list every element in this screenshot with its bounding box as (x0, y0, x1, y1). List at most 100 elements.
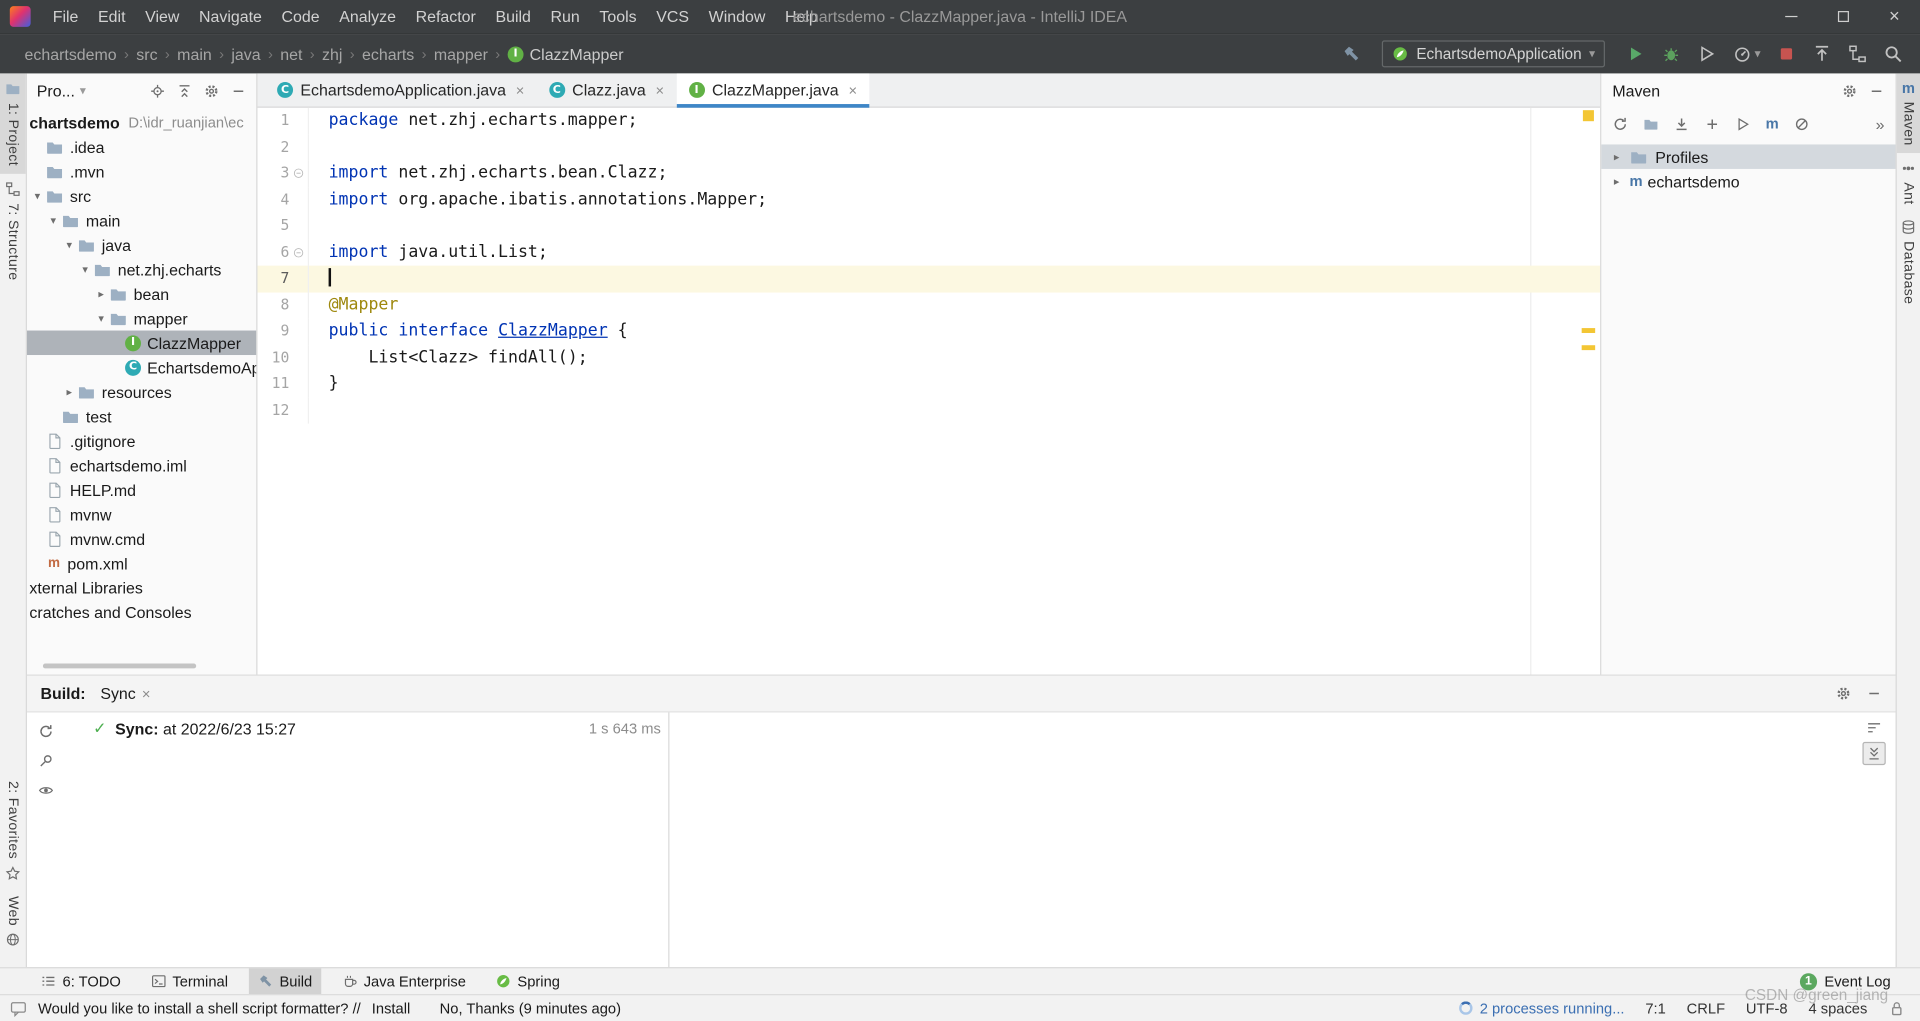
encoding-widget[interactable]: UTF-8 (1746, 1000, 1788, 1017)
breadcrumb-item-net[interactable]: net (275, 45, 307, 63)
hide-panel-button[interactable] (231, 83, 247, 99)
build-tab-sync[interactable]: Sync × (100, 684, 150, 702)
project-tree-item-echartsdemoapplication[interactable]: C EchartsdemoApplication (27, 355, 256, 379)
project-view-selector[interactable]: Pro... ▾ (37, 81, 86, 99)
coverage-button[interactable] (1697, 44, 1717, 64)
project-settings-button[interactable] (204, 83, 220, 99)
project-tree-item-gitignore[interactable]: .gitignore (27, 428, 256, 452)
code-line-1[interactable]: 1 package net.zhj.echarts.mapper; (257, 107, 1600, 135)
statusbar-button-java-enterprise[interactable]: Java Enterprise (333, 968, 474, 994)
menu-file[interactable]: File (43, 0, 88, 33)
breadcrumb-item-clazzmapper[interactable]: I ClazzMapper (503, 45, 629, 63)
maven-skip-tests-button[interactable] (1793, 116, 1809, 132)
breadcrumb-item-echartsdemo[interactable]: echartsdemo (20, 45, 122, 63)
install-link[interactable]: Install (372, 1000, 410, 1017)
code-line-10[interactable]: 10 List<Clazz> findAll(); (257, 344, 1600, 371)
menu-vcs[interactable]: VCS (646, 0, 698, 33)
project-tree-item-help-md[interactable]: HELP.md (27, 477, 256, 501)
build-rerun-button[interactable] (37, 724, 53, 740)
scroll-to-end-button[interactable] (1862, 741, 1886, 766)
menu-analyze[interactable]: Analyze (329, 0, 405, 33)
statusbar-button-build[interactable]: Build (248, 968, 321, 995)
maven-settings-button[interactable]: m (1766, 116, 1779, 131)
tool-button-database[interactable]: Database (1897, 212, 1920, 312)
project-tree-item-chartsdemo[interactable]: chartsdemo D:\idr_ruanjian\ec (27, 110, 256, 134)
menu-navigate[interactable]: Navigate (189, 0, 272, 33)
menu-run[interactable]: Run (541, 0, 590, 33)
sync-result-row[interactable]: ✓ Sync: at 2022/6/23 15:27 1 s 643 ms (93, 719, 661, 739)
project-tree-item-mvnw-cmd[interactable]: mvnw.cmd (27, 526, 256, 550)
update-project-button[interactable] (1812, 44, 1832, 64)
tool-button-ant[interactable]: Ant (1897, 153, 1920, 212)
statusbar-button-terminal[interactable]: Terminal (142, 968, 237, 994)
event-log-button[interactable]: 1 Event Log (1799, 972, 1908, 990)
expand-arrow-icon[interactable]: ▸ (1609, 174, 1625, 187)
menu-code[interactable]: Code (272, 0, 330, 33)
tab-close-icon[interactable]: × (142, 685, 151, 702)
soft-wrap-button[interactable] (1866, 720, 1882, 736)
menu-tools[interactable]: Tools (590, 0, 647, 33)
tab-close-icon[interactable]: × (848, 81, 857, 98)
run-button[interactable] (1626, 44, 1646, 64)
project-tree-item-cratches-and-consoles[interactable]: cratches and Consoles (27, 600, 256, 624)
tab-close-icon[interactable]: × (656, 81, 665, 98)
caret-position-widget[interactable]: 7:1 (1645, 1000, 1665, 1017)
project-tree-item-main[interactable]: ▾ main (27, 208, 256, 232)
statusbar-button-6-todo[interactable]: 6: TODO (32, 968, 130, 994)
breadcrumb-item-zhj[interactable]: zhj (317, 45, 347, 63)
tab-echartsdemoapplication-java[interactable]: C EchartsdemoApplication.java × (265, 73, 537, 106)
breadcrumb-item-main[interactable]: main (172, 45, 216, 63)
breadcrumb-item-src[interactable]: src (131, 45, 162, 63)
build-project-button[interactable] (1342, 44, 1362, 64)
project-tree-item-echartsdemo-iml[interactable]: echartsdemo.iml (27, 453, 256, 477)
indent-widget[interactable]: 4 spaces (1808, 1000, 1867, 1017)
collapse-all-button[interactable] (177, 83, 193, 99)
maven-execute-goal-button[interactable] (1735, 116, 1751, 132)
close-button[interactable]: × (1869, 0, 1920, 33)
project-tree-item-clazzmapper[interactable]: I ClazzMapper (26, 330, 257, 356)
maven-item-profiles[interactable]: ▸ Profiles (1601, 144, 1896, 169)
stop-button[interactable] (1777, 44, 1797, 64)
project-tree-item-bean[interactable]: ▸ bean (27, 282, 256, 306)
project-tree-item-pom-xml[interactable]: m pom.xml (27, 551, 256, 575)
code-line-7[interactable]: 7 (257, 265, 1601, 292)
editor[interactable]: 1 package net.zhj.echarts.mapper; 2 3 import… (257, 107, 1601, 675)
hide-panel-button[interactable] (1866, 686, 1882, 702)
line-separator-widget[interactable]: CRLF (1687, 1000, 1725, 1017)
menu-build[interactable]: Build (486, 0, 541, 33)
project-tree-item-src[interactable]: ▾ src (27, 184, 256, 208)
menu-refactor[interactable]: Refactor (406, 0, 486, 33)
project-tree-item-test[interactable]: test (27, 404, 256, 428)
tool-button-project[interactable]: 1: Project (0, 73, 26, 174)
hide-panel-button[interactable] (1869, 83, 1885, 99)
breadcrumb-item-java[interactable]: java (226, 45, 265, 63)
menu-view[interactable]: View (135, 0, 189, 33)
background-processes-button[interactable]: 2 processes running... (1458, 1000, 1625, 1017)
build-settings-button[interactable] (1835, 686, 1851, 702)
tab-clazz-java[interactable]: C Clazz.java × (537, 73, 677, 106)
project-tree-item-java[interactable]: ▾ java (27, 233, 256, 257)
maven-add-project-button[interactable] (1704, 116, 1720, 132)
tool-button-maven[interactable]: m Maven (1896, 73, 1920, 154)
maven-generate-sources-button[interactable] (1643, 116, 1659, 132)
code-line-2[interactable]: 2 (257, 134, 1600, 161)
tool-button-web[interactable]: Web (0, 888, 26, 955)
readonly-lock-icon[interactable] (1888, 1000, 1905, 1017)
horizontal-scrollbar[interactable] (42, 663, 197, 669)
code-line-4[interactable]: 4 import org.apache.ibatis.annotations.Ma… (257, 186, 1600, 214)
tab-clazzmapper-java[interactable]: I ClazzMapper.java × (676, 73, 870, 108)
code-line-5[interactable]: 5 (257, 213, 1600, 240)
statusbar-button-spring[interactable]: Spring (487, 968, 569, 994)
menu-window[interactable]: Window (699, 0, 775, 33)
code-line-12[interactable]: 12 (257, 397, 1600, 424)
maven-settings-gear-button[interactable] (1842, 83, 1858, 99)
project-tree-item-net-zhj-echarts[interactable]: ▾ net.zhj.echarts (27, 257, 256, 281)
project-tree-item-mvn[interactable]: .mvn (27, 159, 256, 183)
tab-close-icon[interactable]: × (516, 81, 525, 98)
maven-download-sources-button[interactable] (1674, 116, 1690, 132)
profiler-button[interactable]: ▾ (1732, 44, 1761, 64)
code-line-6[interactable]: 6 import java.util.List; (257, 239, 1600, 266)
maven-item-echartsdemo[interactable]: ▸ m echartsdemo (1601, 169, 1895, 193)
code-line-8[interactable]: 8 @Mapper (257, 291, 1600, 319)
locate-file-button[interactable] (150, 83, 166, 99)
